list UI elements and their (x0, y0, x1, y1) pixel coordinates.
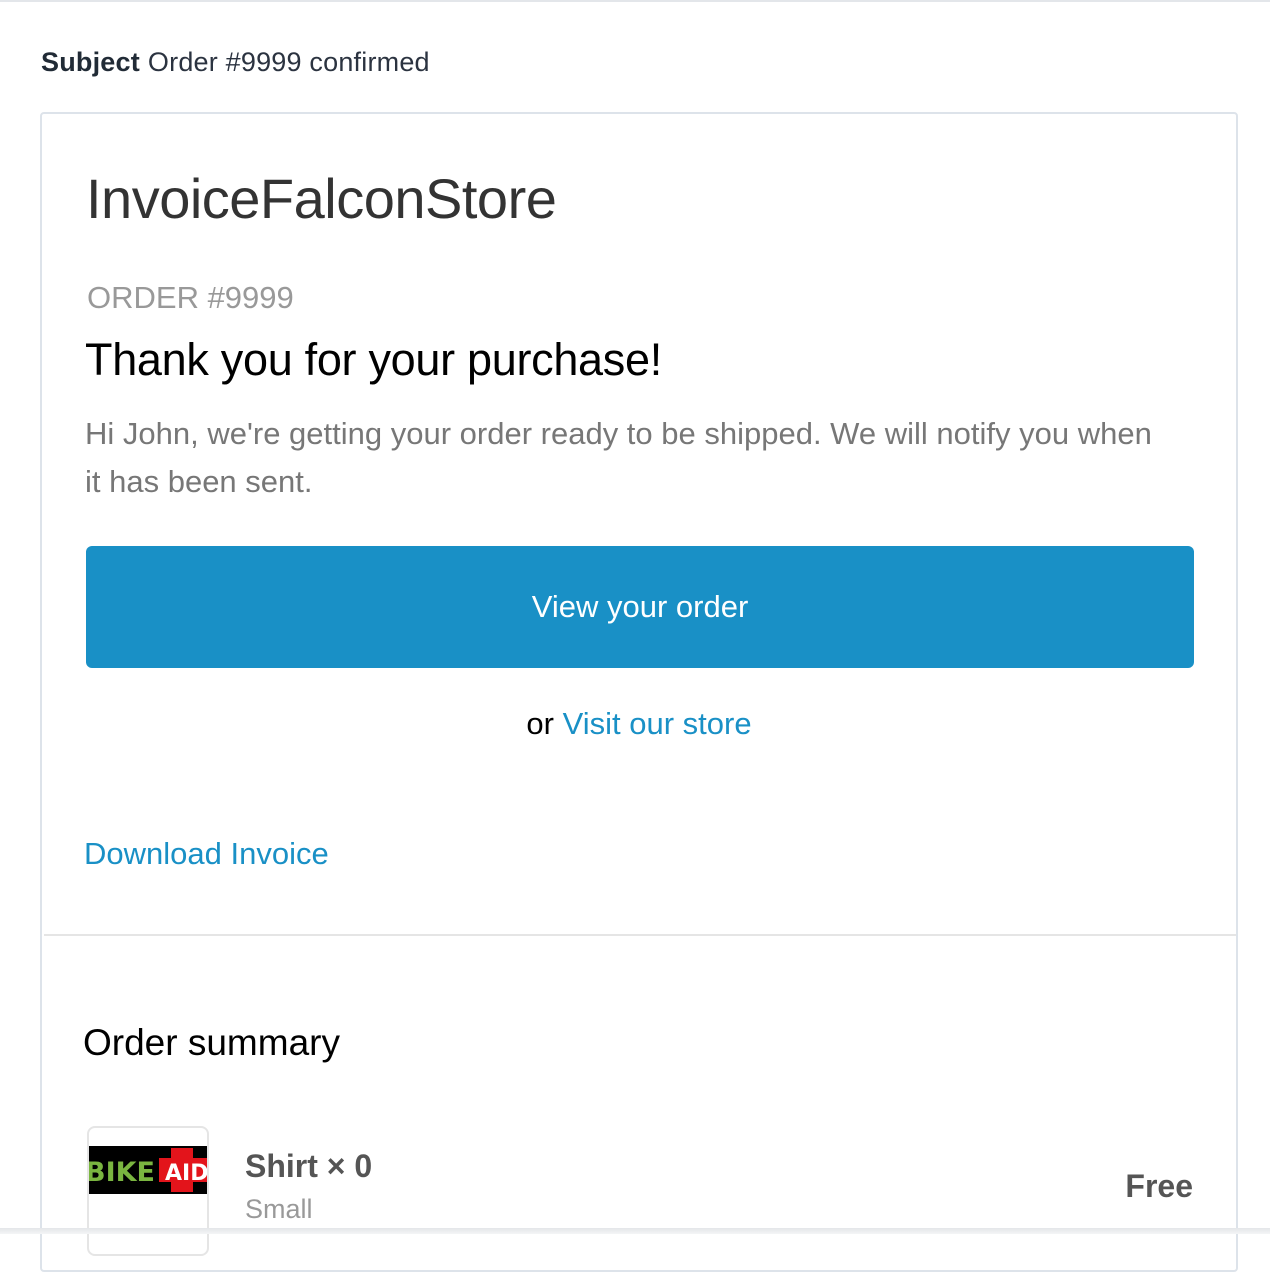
email-subject: Subject Order #9999 confirmed (41, 47, 430, 78)
download-invoice-link[interactable]: Download Invoice (84, 836, 329, 872)
top-divider (0, 0, 1270, 2)
view-order-button[interactable]: View your order (86, 546, 1194, 668)
view-order-label: View your order (531, 589, 749, 624)
section-divider (44, 934, 1236, 936)
subject-value: Order #9999 confirmed (147, 47, 430, 77)
product-variant: Small (245, 1194, 313, 1224)
product-title: Shirt × 0 (245, 1148, 373, 1184)
svg-text:AID: AID (165, 1161, 208, 1186)
product-price: Free (1125, 1168, 1193, 1204)
order-number: ORDER #9999 (87, 280, 294, 315)
order-summary-heading: Order summary (83, 1022, 340, 1063)
svg-text:BIKE: BIKE (89, 1157, 155, 1188)
shop-name: InvoiceFalconStore (86, 167, 557, 230)
secondary-action: or Visit our store (42, 706, 1236, 742)
or-text: or (526, 706, 554, 741)
email-preview-card: InvoiceFalconStore ORDER #9999 Thank you… (40, 112, 1238, 1272)
product-thumbnail: BIKE AID (87, 1126, 209, 1256)
visit-store-link[interactable]: Visit our store (563, 706, 752, 741)
thank-you-heading: Thank you for your purchase! (85, 334, 662, 385)
bike-aid-logo-image: BIKE AID (89, 1146, 208, 1194)
subject-label: Subject (41, 47, 140, 77)
intro-message: Hi John, we're getting your order ready … (85, 416, 1152, 499)
bottom-edge-shadow (0, 1228, 1270, 1234)
